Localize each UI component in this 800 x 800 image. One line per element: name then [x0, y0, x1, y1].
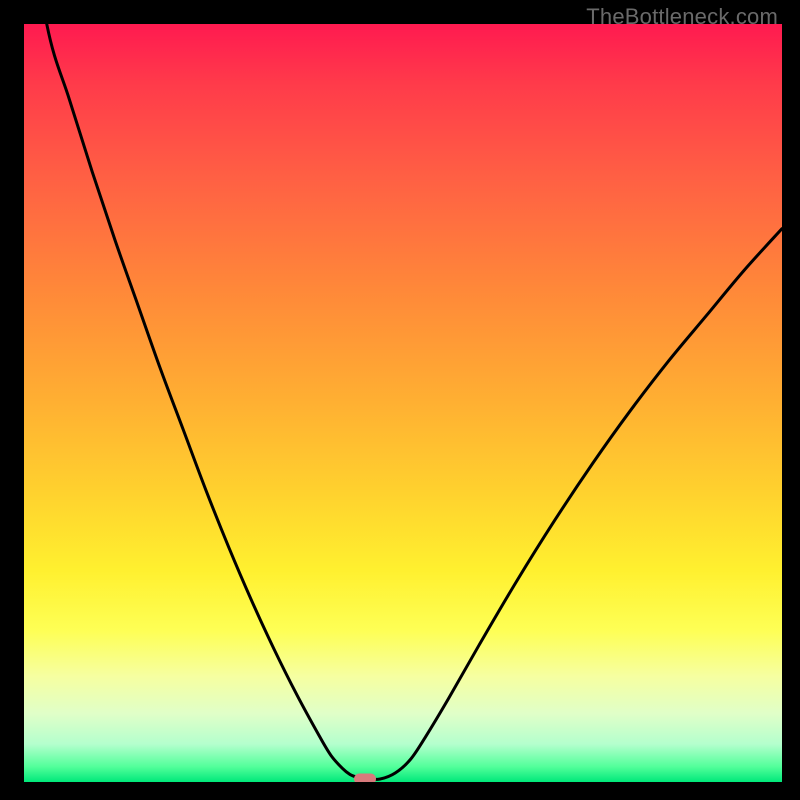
minimum-marker: [354, 773, 376, 782]
plot-area: [24, 24, 782, 782]
bottleneck-curve: [24, 24, 782, 782]
chart-container: TheBottleneck.com: [0, 0, 800, 800]
